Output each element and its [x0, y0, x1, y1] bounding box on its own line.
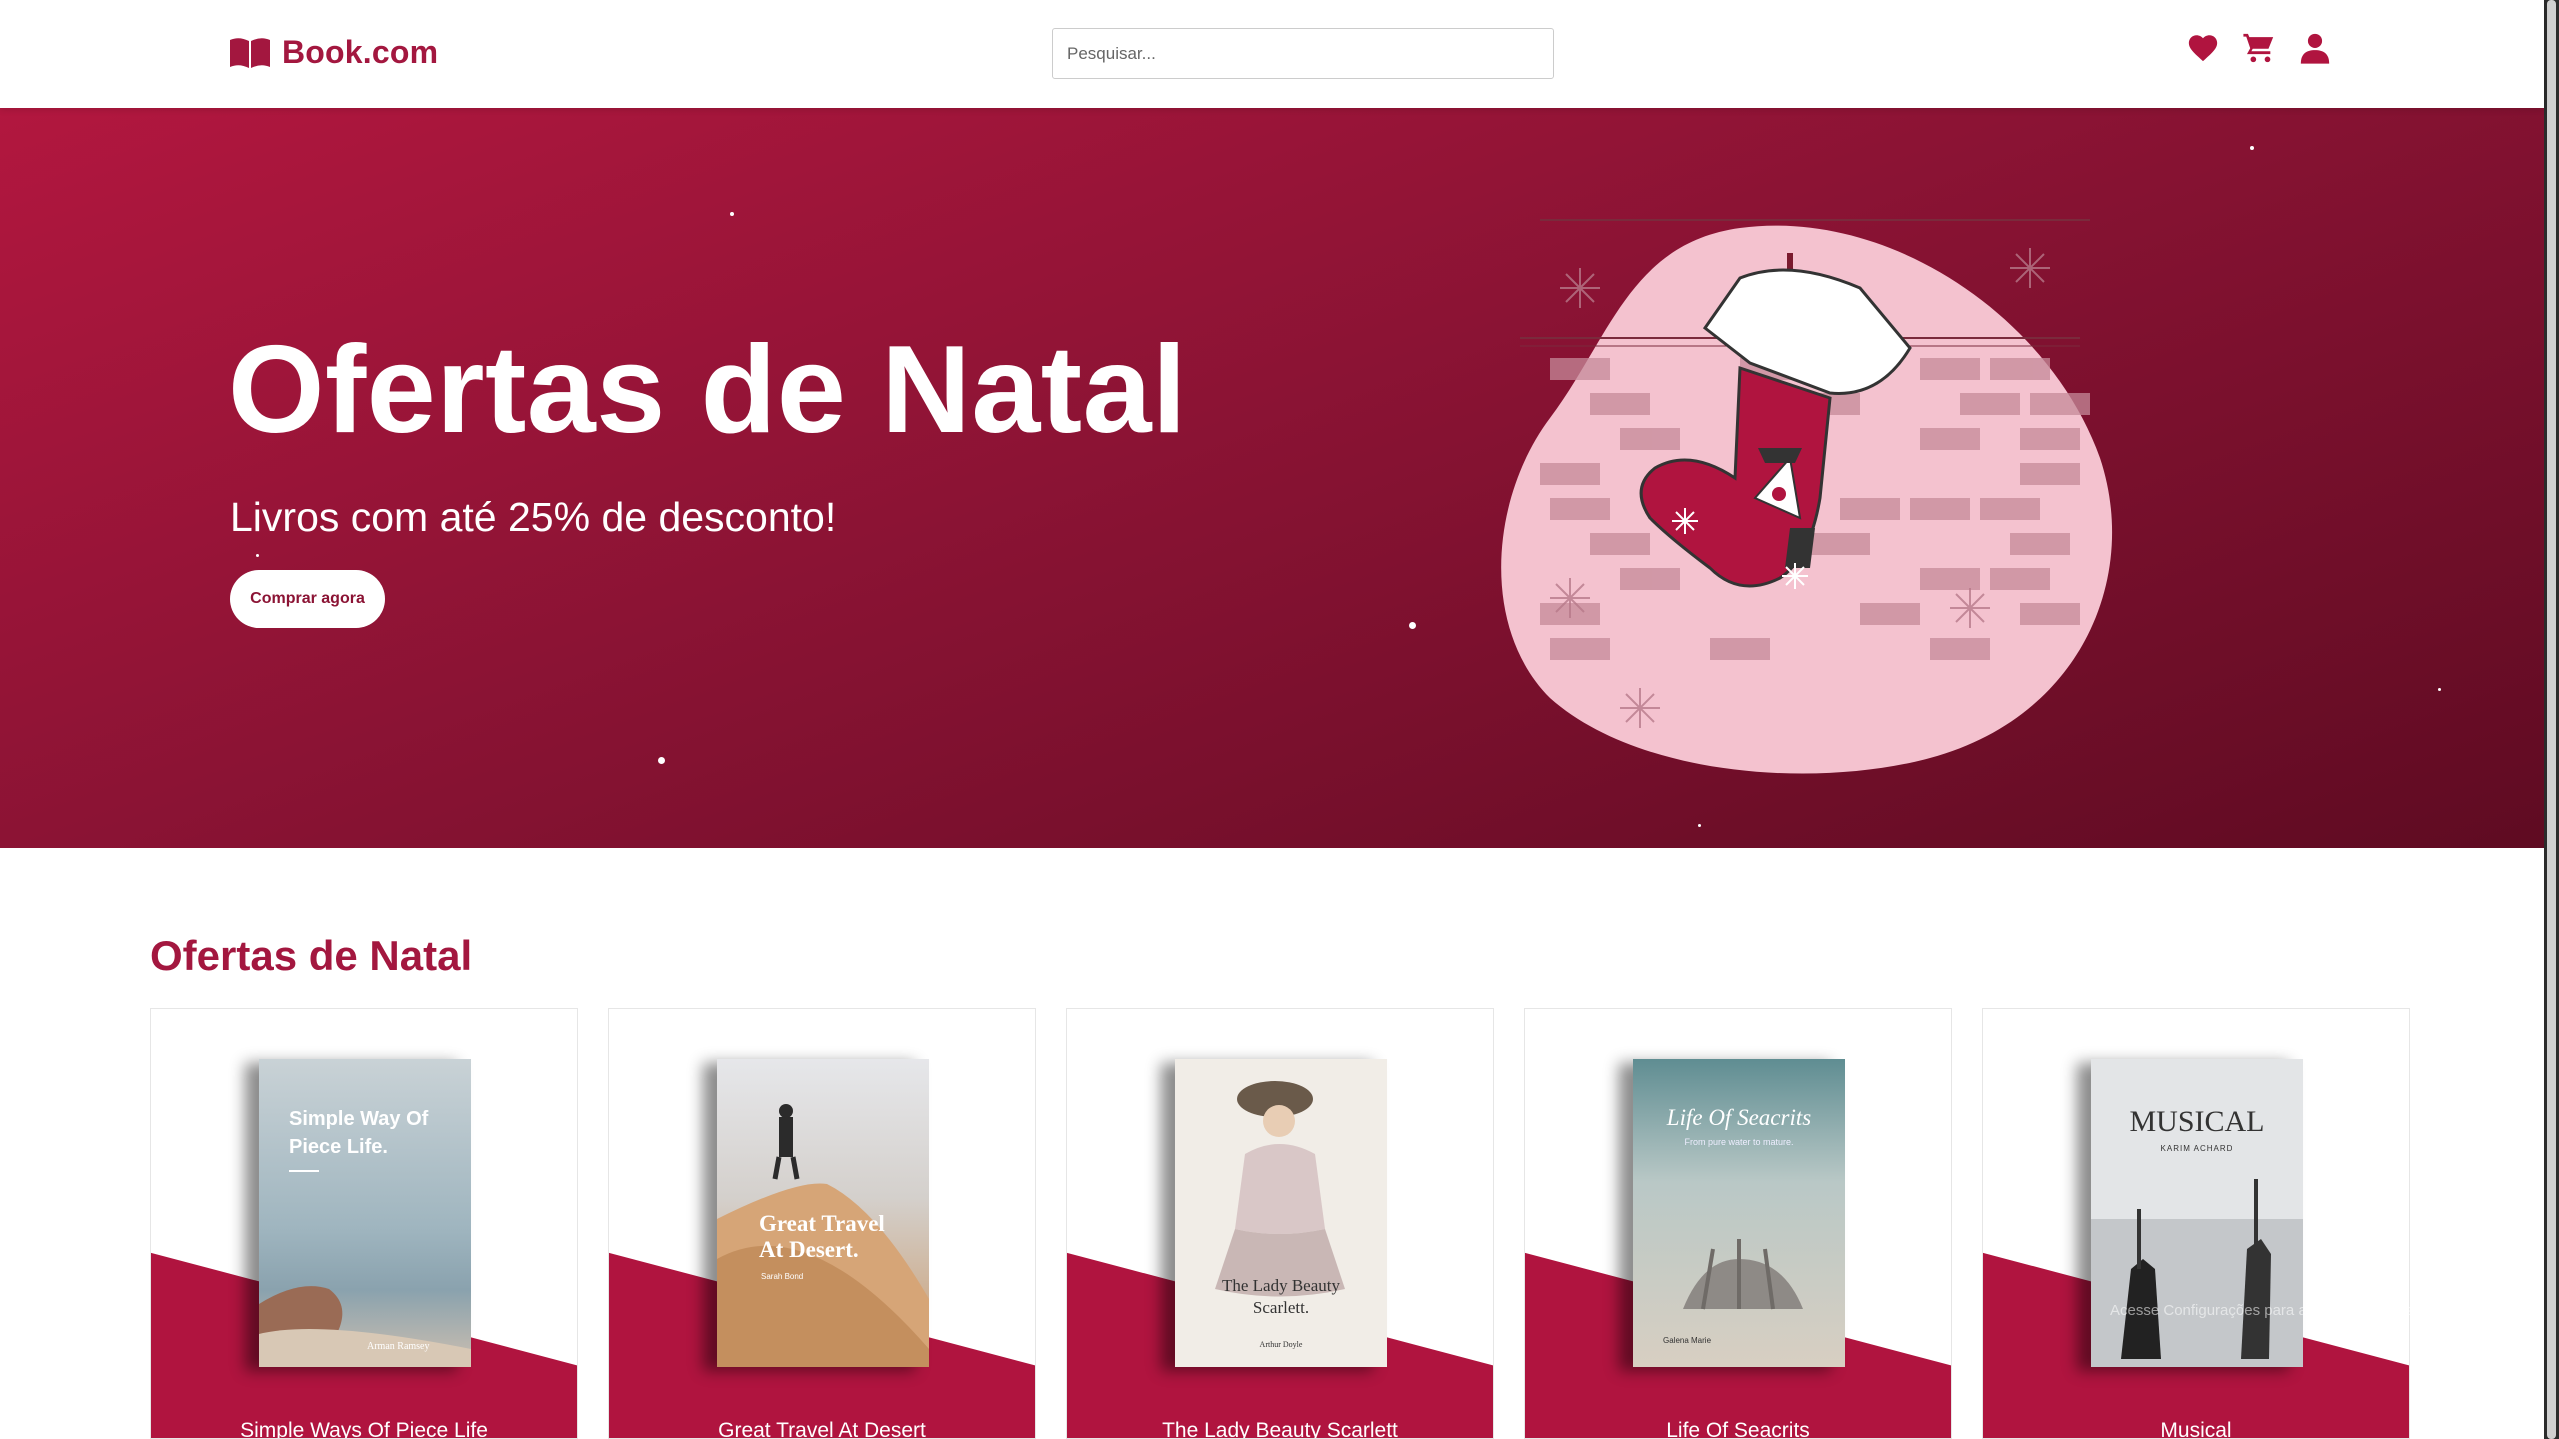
windows-activation-watermark: Acesse Configurações para ativar o Windo…	[2110, 1302, 2417, 1319]
book-title[interactable]: Great Travel At Desert	[609, 1419, 1035, 1438]
cover-title: MUSICAL	[2129, 1105, 2264, 1138]
snow-dot	[256, 554, 259, 557]
snow-dot	[658, 757, 665, 764]
heart-icon[interactable]	[2186, 31, 2220, 65]
hero-title: Ofertas de Natal	[228, 321, 1188, 459]
snow-dot	[730, 212, 734, 216]
cover-subtitle: From pure water to mature.	[1684, 1137, 1793, 1147]
cover-title-line-2: Piece Life.	[289, 1136, 388, 1158]
book-card[interactable]: Simple Way Of Piece Life. Arman Ramsey S…	[150, 1008, 578, 1439]
logo-link[interactable]: Book.com	[228, 34, 438, 71]
book-cover-image[interactable]: The Lady Beauty Scarlett. Arthur Doyle	[1175, 1059, 1387, 1367]
snow-dot	[1698, 824, 1701, 827]
offers-section-title: Ofertas de Natal	[150, 932, 473, 979]
book-cover-image[interactable]: Great Travel At Desert. Sarah Bond	[717, 1059, 929, 1367]
snow-dot	[2250, 146, 2254, 150]
open-book-icon	[230, 37, 270, 68]
christmas-stocking-illustration	[1501, 219, 2113, 774]
cover-title-line-2: Scarlett.	[1253, 1298, 1309, 1317]
snow-dot	[2438, 688, 2441, 691]
book-cover-image[interactable]: Life Of Seacrits From pure water to matu…	[1633, 1059, 1845, 1367]
page-scrollbar[interactable]	[2544, 0, 2559, 1439]
book-card[interactable]: MUSICAL KARIM ACHARD Musical	[1982, 1008, 2410, 1439]
cover-author: Arman Ramsey	[367, 1341, 430, 1352]
cover-title: Life Of Seacrits	[1666, 1105, 1811, 1130]
hero-banner: Ofertas de Natal Livros com até 25% de d…	[0, 108, 2544, 848]
book-card[interactable]: Great Travel At Desert. Sarah Bond Great…	[608, 1008, 1036, 1439]
cover-title-line-1: Great Travel	[759, 1211, 885, 1236]
cover-author: Arthur Doyle	[1260, 1340, 1303, 1349]
cover-author: Galena Marie	[1663, 1336, 1712, 1345]
cover-title-line-2: At Desert.	[759, 1237, 859, 1262]
book-card[interactable]: The Lady Beauty Scarlett. Arthur Doyle T…	[1066, 1008, 1494, 1439]
book-card[interactable]: Life Of Seacrits From pure water to matu…	[1524, 1008, 1952, 1439]
cover-title-line-1: The Lady Beauty	[1222, 1276, 1341, 1295]
header-actions	[2186, 31, 2332, 65]
book-cover-image[interactable]: MUSICAL KARIM ACHARD	[2091, 1059, 2303, 1367]
search-input[interactable]	[1052, 28, 1554, 79]
logo-text: Book.com	[282, 34, 439, 70]
book-title[interactable]: Life Of Seacrits	[1525, 1419, 1951, 1438]
hero-subtitle: Livros com até 25% de desconto!	[230, 494, 837, 540]
shop-now-button[interactable]: Comprar agora	[230, 570, 385, 628]
cover-author: Sarah Bond	[761, 1272, 803, 1281]
book-cover-image[interactable]: Simple Way Of Piece Life. Arman Ramsey	[259, 1059, 471, 1367]
top-navbar: Book.com	[0, 0, 2544, 108]
scrollbar-thumb[interactable]	[2547, 0, 2556, 1439]
cart-icon[interactable]	[2242, 31, 2276, 65]
cover-title-line-1: Simple Way Of	[289, 1108, 429, 1130]
book-title[interactable]: The Lady Beauty Scarlett	[1067, 1419, 1493, 1438]
book-title[interactable]: Simple Ways Of Piece Life	[151, 1419, 577, 1438]
user-icon[interactable]	[2298, 31, 2332, 65]
book-title[interactable]: Musical	[1983, 1419, 2409, 1438]
book-card-list: Simple Way Of Piece Life. Arman Ramsey S…	[150, 1008, 2410, 1439]
cover-author: KARIM ACHARD	[2161, 1144, 2234, 1153]
snow-dot	[1409, 622, 1416, 629]
